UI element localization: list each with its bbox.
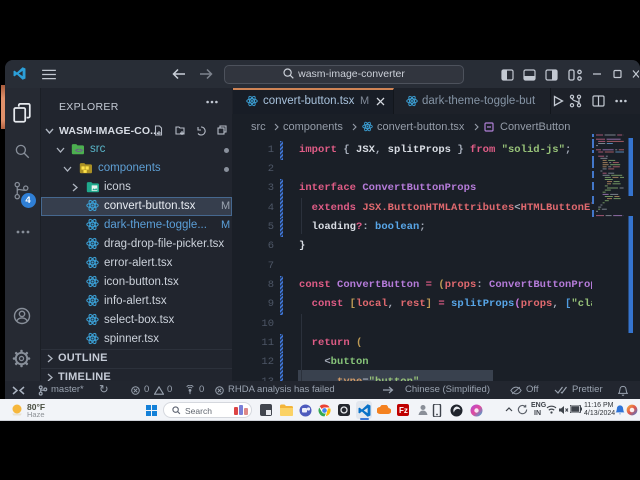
svg-text:<>: <> bbox=[75, 147, 83, 154]
svg-text:Fz: Fz bbox=[399, 406, 408, 415]
